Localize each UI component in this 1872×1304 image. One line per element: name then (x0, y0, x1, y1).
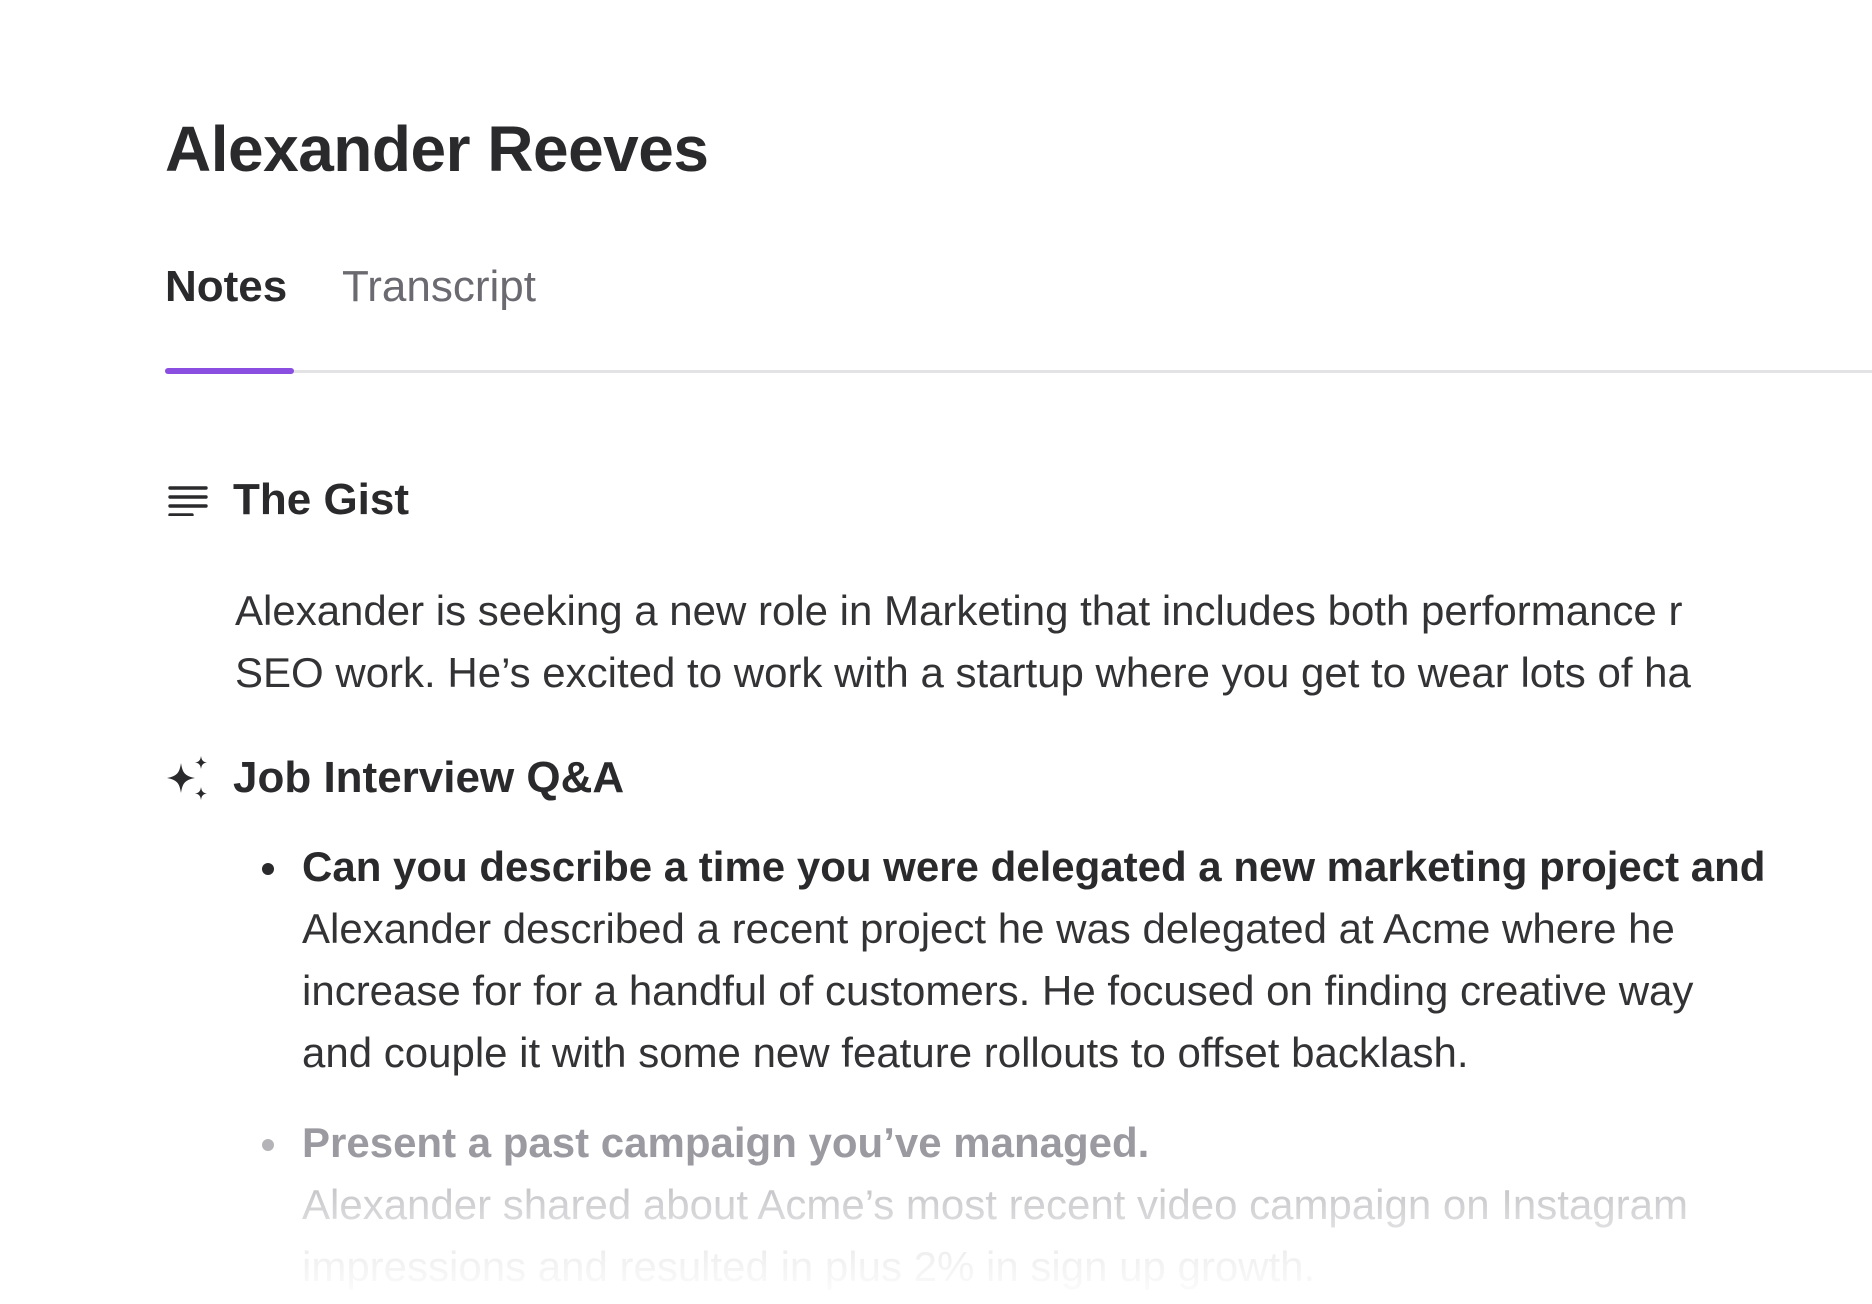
qa-answer-line: increase for for a handful of customers.… (302, 967, 1694, 1014)
qa-section-header: Job Interview Q&A (165, 748, 624, 808)
qa-item: Can you describe a time you were delegat… (165, 836, 1872, 1084)
gist-section-header: The Gist (165, 470, 409, 530)
qa-answer-line: Alexander described a recent project he … (302, 905, 1675, 952)
tab-transcript[interactable]: Transcript (342, 262, 536, 312)
active-tab-indicator (165, 368, 294, 374)
gist-line: SEO work. He’s excited to work with a st… (235, 649, 1691, 696)
qa-answer-line: and couple it with some new feature roll… (302, 1029, 1469, 1076)
qa-heading: Job Interview Q&A (233, 753, 625, 802)
bullet-dot (262, 1139, 274, 1151)
tab-notes[interactable]: Notes (165, 262, 287, 312)
notes-page: Alexander Reeves Notes Transcript The Gi… (165, 0, 1872, 1304)
gist-line: Alexander is seeking a new role in Marke… (235, 587, 1683, 634)
gist-summary: Alexander is seeking a new role in Marke… (235, 580, 1872, 704)
qa-item: Present a past campaign you’ve managed. … (165, 1112, 1872, 1298)
sparkles-icon (165, 755, 211, 801)
page-title: Alexander Reeves (165, 113, 709, 185)
tab-bar: Notes Transcript (165, 262, 1872, 374)
qa-answer-line: impressions and resulted in plus 2% in s… (302, 1243, 1316, 1290)
qa-answer-line: Alexander shared about Acme’s most recen… (302, 1181, 1688, 1228)
bullet-dot (262, 863, 274, 875)
qa-question: Can you describe a time you were delegat… (302, 843, 1766, 890)
qa-question: Present a past campaign you’ve managed. (302, 1119, 1150, 1166)
tabs-divider (165, 370, 1872, 373)
gist-heading: The Gist (233, 475, 410, 524)
text-lines-icon (165, 477, 211, 523)
qa-list: Can you describe a time you were delegat… (165, 836, 1872, 1298)
